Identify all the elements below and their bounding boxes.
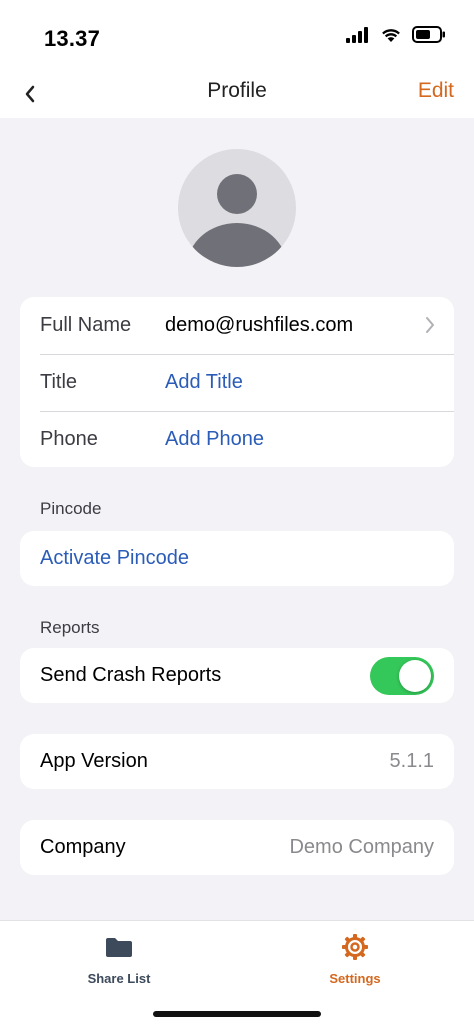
person-icon — [187, 174, 287, 267]
tab-share-list[interactable]: Share List — [49, 933, 189, 986]
reports-header: Reports — [40, 618, 100, 637]
full-name-value: demo@rushfiles.com — [165, 314, 354, 336]
app-version-value: 5.1.1 — [389, 750, 434, 772]
profile-card: Full Name demo@rushfiles.com Title Add T… — [20, 297, 454, 467]
folder-icon — [106, 938, 132, 957]
app-version-row: App Version 5.1.1 — [20, 734, 454, 789]
tab-settings[interactable]: Settings — [285, 933, 425, 986]
phone-row[interactable]: Phone Add Phone — [20, 411, 454, 467]
home-indicator — [153, 1011, 321, 1017]
gear-icon — [342, 934, 368, 960]
pincode-card: Activate Pincode — [20, 531, 454, 586]
activate-pincode-button[interactable]: Activate Pincode — [20, 531, 454, 586]
tab-settings-label: Settings — [329, 971, 381, 986]
reports-card: Send Crash Reports — [20, 648, 454, 703]
company-card: Company Demo Company — [20, 820, 454, 875]
status-bar: 13.37 — [0, 0, 474, 70]
edit-button[interactable]: Edit — [418, 79, 454, 103]
full-name-label: Full Name — [40, 314, 132, 336]
cellular-signal-icon — [346, 26, 368, 43]
crash-reports-label: Send Crash Reports — [40, 664, 222, 686]
title-label: Title — [40, 371, 78, 393]
toggle-knob — [399, 659, 431, 692]
crash-reports-toggle[interactable] — [370, 656, 434, 695]
full-name-row[interactable]: Full Name demo@rushfiles.com — [20, 297, 454, 354]
phone-label: Phone — [40, 427, 98, 450]
status-icons — [346, 26, 446, 43]
wifi-icon — [382, 28, 400, 42]
activate-pincode-label: Activate Pincode — [40, 547, 189, 569]
company-row: Company Demo Company — [20, 820, 454, 875]
tab-share-list-label: Share List — [87, 971, 151, 986]
battery-icon — [412, 26, 445, 43]
nav-bar: Profile Edit — [0, 70, 474, 118]
chevron-right-icon — [426, 317, 434, 333]
add-phone-link[interactable]: Add Phone — [165, 428, 264, 451]
app-version-label: App Version — [40, 750, 148, 772]
crash-reports-row: Send Crash Reports — [20, 648, 454, 703]
app-version-card: App Version 5.1.1 — [20, 734, 454, 789]
avatar[interactable] — [178, 149, 296, 267]
status-time: 13.37 — [44, 26, 101, 51]
tab-bar: Share List Settings — [0, 920, 474, 1026]
company-value: Demo Company — [289, 836, 434, 858]
pincode-header: Pincode — [40, 499, 102, 518]
title-row[interactable]: Title Add Title — [20, 354, 454, 411]
page-title: Profile — [207, 79, 267, 102]
company-label: Company — [40, 836, 126, 858]
add-title-link[interactable]: Add Title — [165, 371, 243, 394]
